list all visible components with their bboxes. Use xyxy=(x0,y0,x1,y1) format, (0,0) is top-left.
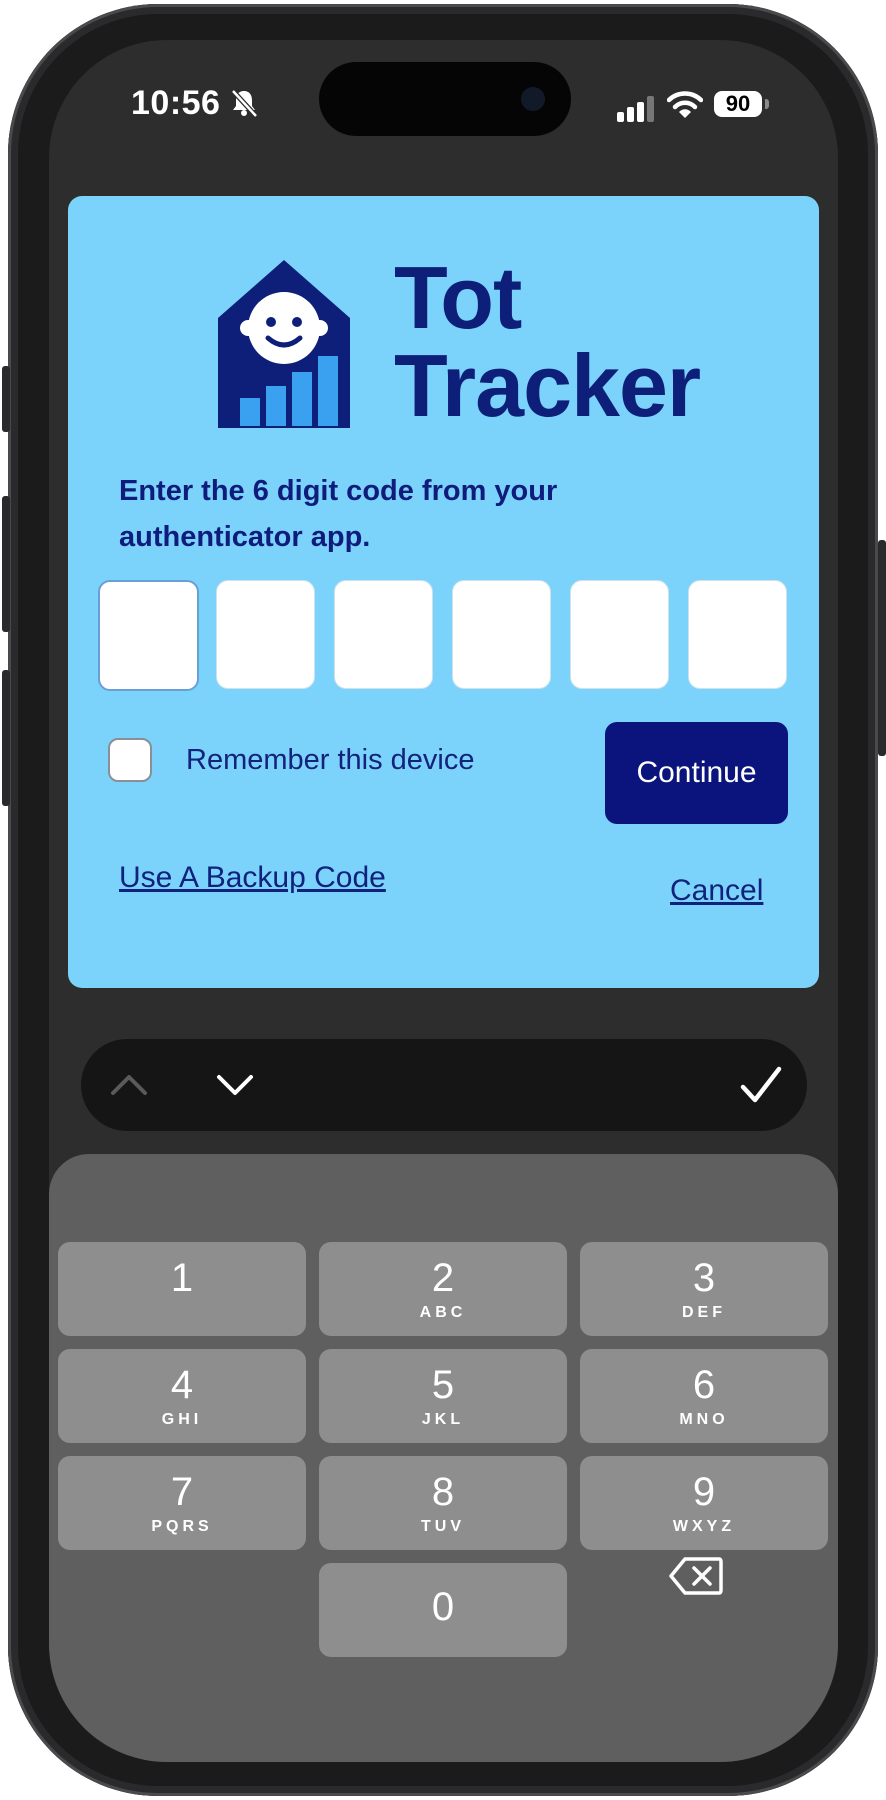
status-time: 10:56 xyxy=(131,84,221,122)
volume-down-button xyxy=(2,670,10,806)
screen: 10:56 90 Tot Tracker Enter the 6 digit c… xyxy=(49,40,838,1762)
cancel-link[interactable]: Cancel xyxy=(670,874,763,908)
instruction-text: Enter the 6 digit code from your authent… xyxy=(119,475,558,553)
remember-device-label[interactable]: Remember this device xyxy=(186,744,475,777)
battery-tip xyxy=(765,99,769,109)
code-digit-2[interactable] xyxy=(216,580,315,689)
key-9[interactable]: 9 WXYZ xyxy=(580,1456,828,1550)
key-8-number: 8 xyxy=(431,1470,455,1514)
code-digit-4[interactable] xyxy=(452,580,551,689)
code-digit-3[interactable] xyxy=(334,580,433,689)
key-4-number: 4 xyxy=(170,1363,194,1407)
power-button xyxy=(878,540,886,756)
two-factor-card: Tot Tracker Enter the 6 digit code from … xyxy=(68,196,819,988)
key-6[interactable]: 6 MNO xyxy=(580,1349,828,1443)
key-6-letters: MNO xyxy=(679,1411,729,1428)
brand-line-2: Tracker xyxy=(394,336,701,435)
key-5-letters: JKL xyxy=(421,1411,465,1428)
wifi-icon xyxy=(667,91,703,118)
key-9-letters: WXYZ xyxy=(672,1518,736,1535)
key-9-number: 9 xyxy=(692,1470,716,1514)
key-8[interactable]: 8 TUV xyxy=(319,1456,567,1550)
cellular-signal-icon xyxy=(617,96,654,122)
code-digit-5[interactable] xyxy=(570,580,669,689)
continue-button[interactable]: Continue xyxy=(605,722,788,824)
key-2-number: 2 xyxy=(431,1256,455,1300)
numeric-keypad: 1 2 ABC 3 DEF 4 GHI 5 JKL 6 MNO 7 PQRS 8 xyxy=(49,1154,838,1762)
key-0[interactable]: 0 xyxy=(319,1563,567,1657)
backspace-icon[interactable] xyxy=(669,1556,723,1596)
use-backup-code-link[interactable]: Use A Backup Code xyxy=(119,861,386,895)
key-7-number: 7 xyxy=(170,1470,194,1514)
brand-line-1: Tot xyxy=(394,248,522,347)
key-4[interactable]: 4 GHI xyxy=(58,1349,306,1443)
volume-up-button xyxy=(2,496,10,632)
action-button xyxy=(2,366,10,432)
key-1-number: 1 xyxy=(170,1256,194,1300)
chevron-down-icon[interactable] xyxy=(215,1073,255,1097)
checkmark-icon[interactable] xyxy=(739,1065,783,1105)
code-digit-6[interactable] xyxy=(688,580,787,689)
key-3[interactable]: 3 DEF xyxy=(580,1242,828,1336)
code-digit-1[interactable] xyxy=(98,580,199,691)
brand-wordmark: Tot Tracker xyxy=(394,248,701,435)
key-4-letters: GHI xyxy=(161,1411,203,1428)
key-5[interactable]: 5 JKL xyxy=(319,1349,567,1443)
battery-indicator: 90 xyxy=(714,91,762,117)
bell-slash-icon xyxy=(231,89,258,118)
key-7-letters: PQRS xyxy=(151,1518,213,1535)
key-6-number: 6 xyxy=(692,1363,716,1407)
key-5-number: 5 xyxy=(431,1363,455,1407)
keyboard-toolbar xyxy=(81,1039,807,1131)
key-3-letters: DEF xyxy=(682,1304,726,1321)
key-2-letters: ABC xyxy=(419,1304,467,1321)
key-7[interactable]: 7 PQRS xyxy=(58,1456,306,1550)
key-0-number: 0 xyxy=(431,1585,455,1629)
remember-device-checkbox[interactable] xyxy=(108,738,152,782)
dynamic-island xyxy=(319,62,571,136)
key-2[interactable]: 2 ABC xyxy=(319,1242,567,1336)
front-camera xyxy=(521,87,545,111)
chevron-up-icon[interactable] xyxy=(109,1073,149,1097)
key-8-letters: TUV xyxy=(421,1518,465,1535)
key-3-number: 3 xyxy=(692,1256,716,1300)
key-1[interactable]: 1 xyxy=(58,1242,306,1336)
